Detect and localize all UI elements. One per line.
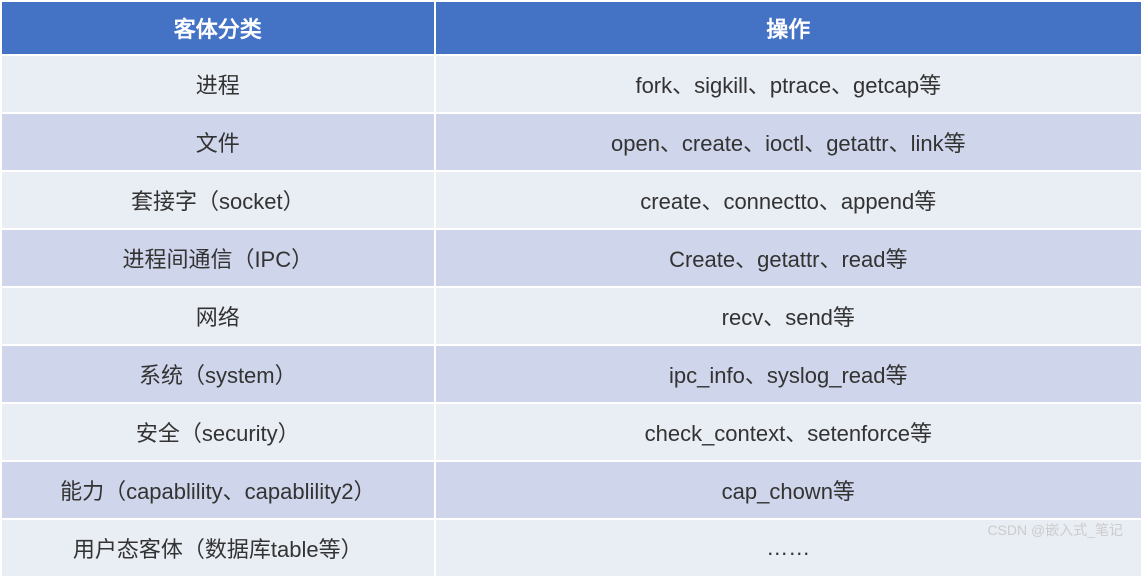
- table-row: 进程间通信（IPC） Create、getattr、read等: [1, 229, 1142, 287]
- cell-operation: Create、getattr、read等: [435, 229, 1142, 287]
- header-operation: 操作: [435, 1, 1142, 55]
- table-row: 安全（security） check_context、setenforce等: [1, 403, 1142, 461]
- cell-category: 安全（security）: [1, 403, 435, 461]
- cell-category: 进程间通信（IPC）: [1, 229, 435, 287]
- table-row: 网络 recv、send等: [1, 287, 1142, 345]
- cell-operation: fork、sigkill、ptrace、getcap等: [435, 55, 1142, 113]
- cell-category: 系统（system）: [1, 345, 435, 403]
- table-row: 用户态客体（数据库table等） ……: [1, 519, 1142, 577]
- cell-operation: ipc_info、syslog_read等: [435, 345, 1142, 403]
- cell-category: 能力（capablility、capablility2）: [1, 461, 435, 519]
- table-row: 套接字（socket） create、connectto、append等: [1, 171, 1142, 229]
- cell-operation: recv、send等: [435, 287, 1142, 345]
- cell-category: 进程: [1, 55, 435, 113]
- cell-operation: cap_chown等: [435, 461, 1142, 519]
- cell-operation: create、connectto、append等: [435, 171, 1142, 229]
- cell-category: 套接字（socket）: [1, 171, 435, 229]
- table-header-row: 客体分类 操作: [1, 1, 1142, 55]
- cell-category: 网络: [1, 287, 435, 345]
- watermark-text: CSDN @嵌入式_笔记: [987, 520, 1123, 540]
- cell-category: 文件: [1, 113, 435, 171]
- header-category: 客体分类: [1, 1, 435, 55]
- cell-category: 用户态客体（数据库table等）: [1, 519, 435, 577]
- table-row: 进程 fork、sigkill、ptrace、getcap等: [1, 55, 1142, 113]
- object-operation-table: 客体分类 操作 进程 fork、sigkill、ptrace、getcap等 文…: [0, 0, 1143, 578]
- table-row: 能力（capablility、capablility2） cap_chown等: [1, 461, 1142, 519]
- cell-operation: open、create、ioctl、getattr、link等: [435, 113, 1142, 171]
- table-row: 系统（system） ipc_info、syslog_read等: [1, 345, 1142, 403]
- cell-operation: check_context、setenforce等: [435, 403, 1142, 461]
- table-row: 文件 open、create、ioctl、getattr、link等: [1, 113, 1142, 171]
